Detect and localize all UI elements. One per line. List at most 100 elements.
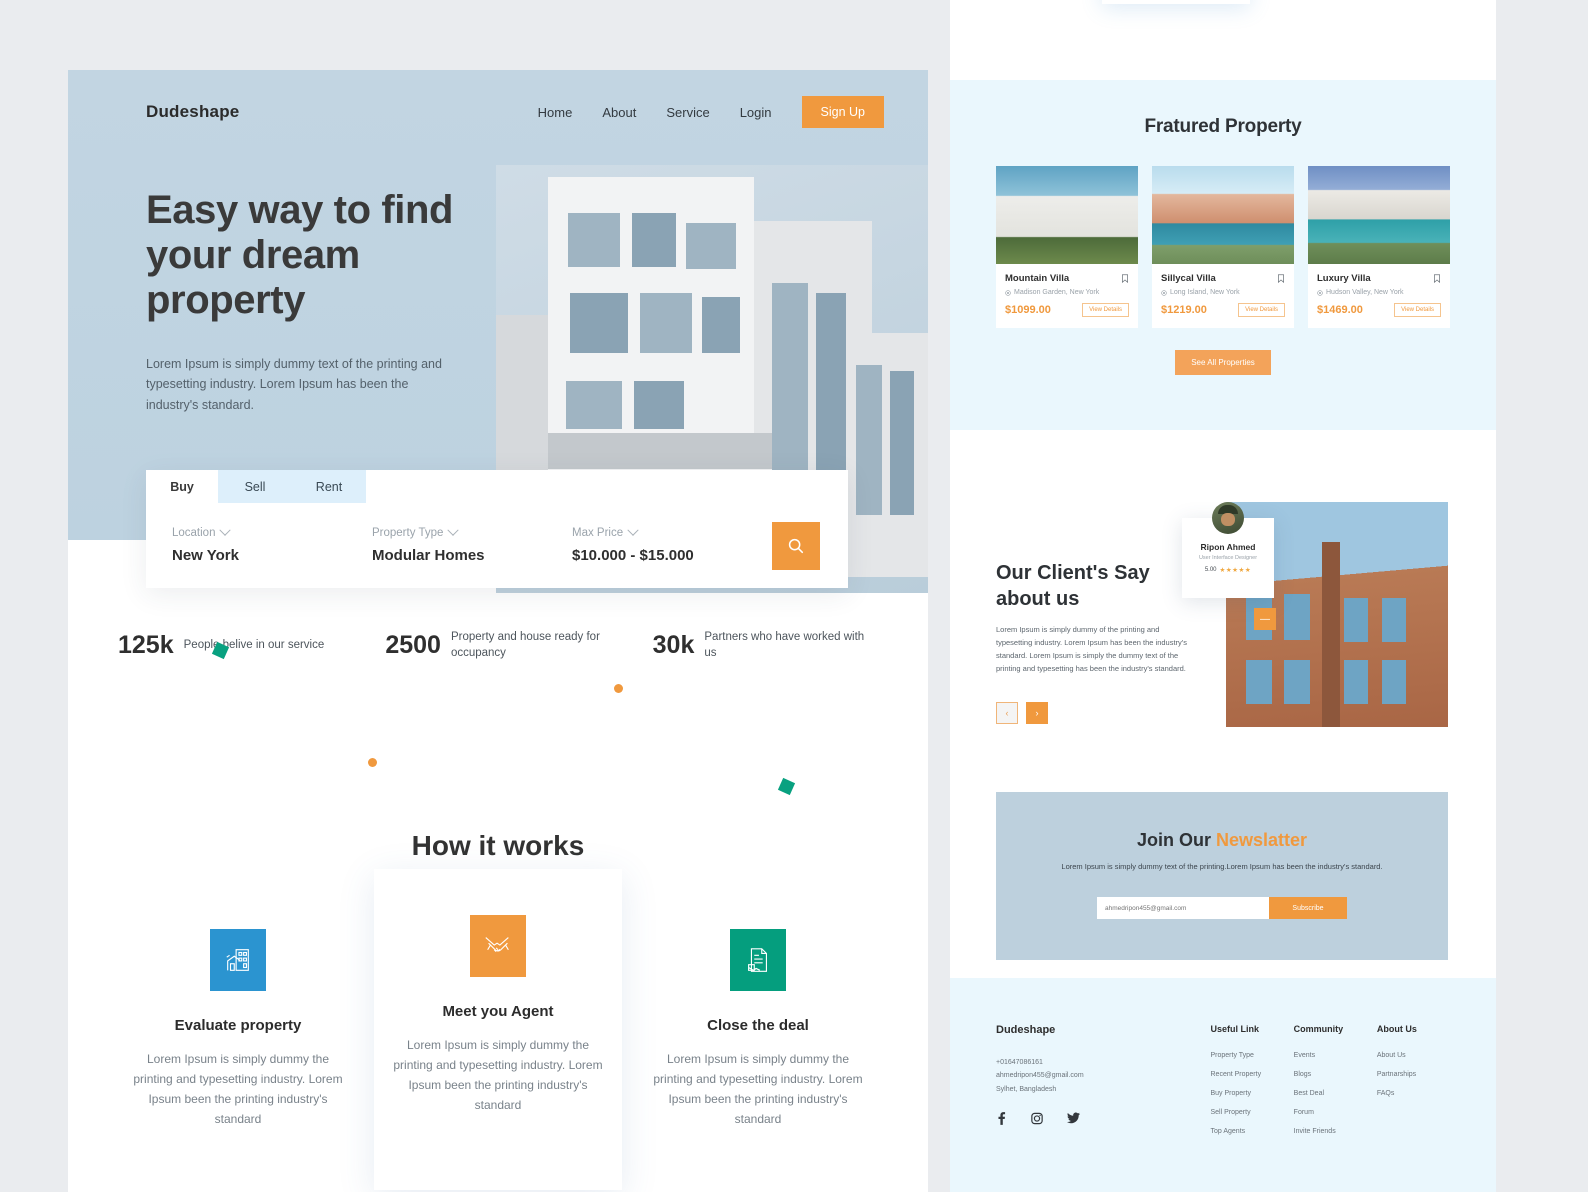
- property-price: $1219.00: [1161, 304, 1207, 316]
- property-card[interactable]: Sillycal Villa Long Island, New York $12…: [1152, 166, 1294, 328]
- view-details-button[interactable]: View Details: [1394, 303, 1441, 317]
- newsletter-title-highlight: Newslatter: [1215, 830, 1308, 850]
- nav-item-about[interactable]: About: [602, 105, 636, 120]
- chevron-down-icon: [447, 524, 460, 536]
- nav-item-home[interactable]: Home: [538, 105, 573, 120]
- filter-max-price-label-text: Max Price: [572, 527, 624, 539]
- newsletter-email-input[interactable]: [1097, 897, 1269, 920]
- twitter-icon[interactable]: [1067, 1112, 1080, 1124]
- instagram-icon[interactable]: [1031, 1112, 1043, 1125]
- how-it-works-card-title: Close the deal: [707, 1017, 809, 1034]
- stat-number: 2500: [385, 631, 441, 660]
- how-it-works-card-title: Evaluate property: [174, 1017, 302, 1034]
- how-it-works-card-title: Meet you Agent: [442, 1003, 554, 1020]
- chevron-right-icon: ›: [1035, 708, 1039, 718]
- footer-link[interactable]: Best Deal: [1294, 1090, 1367, 1097]
- filter-property-type[interactable]: Property Type Modular Homes: [372, 503, 572, 588]
- footer-link[interactable]: FAQs: [1377, 1090, 1450, 1097]
- testimonial-title: Our Client's Say about us: [996, 562, 1150, 610]
- floating-top-card: [1102, 0, 1250, 4]
- property-name: Sillycal Villa: [1161, 273, 1216, 284]
- design-canvas: Dudeshape Home About Service Login Sign …: [0, 0, 1588, 1192]
- footer-link[interactable]: Invite Friends: [1294, 1128, 1367, 1135]
- tab-rent[interactable]: Rent: [292, 470, 366, 503]
- view-details-button[interactable]: View Details: [1238, 303, 1285, 317]
- filter-max-price-label: Max Price: [572, 524, 772, 539]
- nav-item-service[interactable]: Service: [666, 105, 709, 120]
- nav-item-login[interactable]: Login: [740, 105, 772, 120]
- filter-location[interactable]: Location New York: [172, 503, 372, 588]
- decor-dot-orange: [368, 758, 377, 767]
- property-location: Hudson Valley, New York: [1317, 289, 1441, 296]
- chevron-down-icon: [627, 524, 639, 536]
- hero-subtitle: Lorem Ipsum is simply dummy text of the …: [146, 357, 442, 412]
- chevron-left-icon: ‹: [1005, 708, 1009, 718]
- footer-column-title: Useful Link: [1210, 1024, 1260, 1034]
- how-it-works-card[interactable]: Meet you Agent Lorem Ipsum is simply dum…: [374, 869, 622, 1190]
- footer-link[interactable]: Property Type: [1211, 1052, 1284, 1059]
- how-it-works-card-desc: Lorem Ipsum is simply dummy the printing…: [653, 1052, 863, 1126]
- stat-row: 125k People belive in our service 2500 P…: [68, 630, 928, 661]
- footer-link[interactable]: Events: [1294, 1052, 1367, 1059]
- footer-column-about-us: About Us About Us Partnarships FAQs: [1377, 1024, 1450, 1147]
- tab-buy[interactable]: Buy: [146, 470, 218, 503]
- footer-link[interactable]: Blogs: [1294, 1071, 1367, 1078]
- property-card[interactable]: Luxury Villa Hudson Valley, New York $14…: [1308, 166, 1450, 328]
- footer-link[interactable]: Top Agents: [1211, 1128, 1284, 1135]
- property-card[interactable]: Mountain Villa Madison Garden, New York: [996, 166, 1138, 328]
- footer-link[interactable]: Recent Property: [1211, 1071, 1284, 1078]
- footer-link[interactable]: About Us: [1377, 1052, 1450, 1059]
- testimonial-prev-button[interactable]: ‹: [996, 702, 1018, 724]
- property-price: $1099.00: [1005, 304, 1051, 316]
- footer-column-community: Community Events Blogs Best Deal Forum I…: [1294, 1024, 1367, 1147]
- footer-column-useful-link: Useful Link Property Type Recent Propert…: [1211, 1024, 1284, 1147]
- facebook-icon[interactable]: [996, 1111, 1007, 1125]
- handshake-icon: [470, 915, 526, 977]
- nav-links: Home About Service Login Sign Up: [538, 96, 884, 128]
- stat-item: 30k Partners who have worked with us: [653, 630, 878, 661]
- how-it-works-card-desc: Lorem Ipsum is simply dummy the printing…: [393, 1038, 603, 1112]
- newsletter-subscribe-button[interactable]: Subscribe: [1269, 897, 1347, 920]
- view-details-button[interactable]: View Details: [1082, 303, 1129, 317]
- rating-stars-icon: ★★★★★: [1219, 567, 1252, 574]
- contract-signing-icon: [730, 929, 786, 991]
- filter-max-price-value: $10.000 - $15.000: [572, 547, 694, 564]
- filter-max-price[interactable]: Max Price $10.000 - $15.000: [572, 503, 772, 588]
- filter-property-type-label-text: Property Type: [372, 527, 444, 539]
- property-photo: [1308, 166, 1450, 264]
- stat-number: 30k: [652, 631, 695, 660]
- how-it-works-card[interactable]: Evaluate property Lorem Ipsum is simply …: [114, 885, 362, 1190]
- brand-logo[interactable]: Dudeshape: [146, 102, 239, 122]
- bookmark-icon[interactable]: [1277, 274, 1285, 283]
- building-appraisal-icon: [210, 929, 266, 991]
- bookmark-icon[interactable]: [1121, 274, 1129, 283]
- testimonial-section: Our Client's Say about us Lorem Ipsum is…: [950, 430, 1496, 790]
- footer-brand: Dudeshape +01647086161 ahmedripon455@gma…: [996, 1024, 1201, 1147]
- testimonial-next-button[interactable]: ›: [1026, 702, 1048, 724]
- search-button[interactable]: [772, 521, 820, 570]
- newsletter-title-main: Join Our: [1136, 830, 1216, 850]
- property-header: Sillycal Villa: [1161, 273, 1285, 284]
- footer-link[interactable]: Partnarships: [1377, 1071, 1450, 1078]
- footer-column-title: About Us: [1376, 1024, 1417, 1034]
- property-footer: $1219.00 View Details: [1161, 303, 1285, 317]
- property-card-row: Mountain Villa Madison Garden, New York: [950, 138, 1496, 328]
- footer-address: Sylhet, Bangladesh: [996, 1085, 1057, 1093]
- testimonial-rating-value: 5.00: [1204, 567, 1217, 573]
- property-photo: [996, 166, 1138, 264]
- how-it-works-card[interactable]: Close the deal Lorem Ipsum is simply dum…: [634, 885, 882, 1190]
- footer-link[interactable]: Buy Property: [1211, 1090, 1284, 1097]
- newsletter-form: Subscribe: [996, 897, 1448, 920]
- footer-contact: +01647086161 ahmedripon455@gmail.com Syl…: [996, 1056, 1201, 1096]
- filter-location-value: New York: [172, 547, 239, 564]
- footer-link[interactable]: Forum: [1294, 1109, 1367, 1116]
- property-details: Sillycal Villa Long Island, New York $12…: [1152, 264, 1294, 328]
- tab-sell[interactable]: Sell: [218, 470, 292, 503]
- property-location-text: Hudson Valley, New York: [1326, 289, 1404, 296]
- footer-link[interactable]: Sell Property: [1211, 1109, 1284, 1116]
- see-all-properties-button[interactable]: See All Properties: [1175, 350, 1271, 375]
- property-header: Luxury Villa: [1317, 273, 1441, 284]
- footer-logo[interactable]: Dudeshape: [996, 1024, 1201, 1036]
- sign-up-button[interactable]: Sign Up: [801, 96, 884, 128]
- bookmark-icon[interactable]: [1433, 274, 1441, 283]
